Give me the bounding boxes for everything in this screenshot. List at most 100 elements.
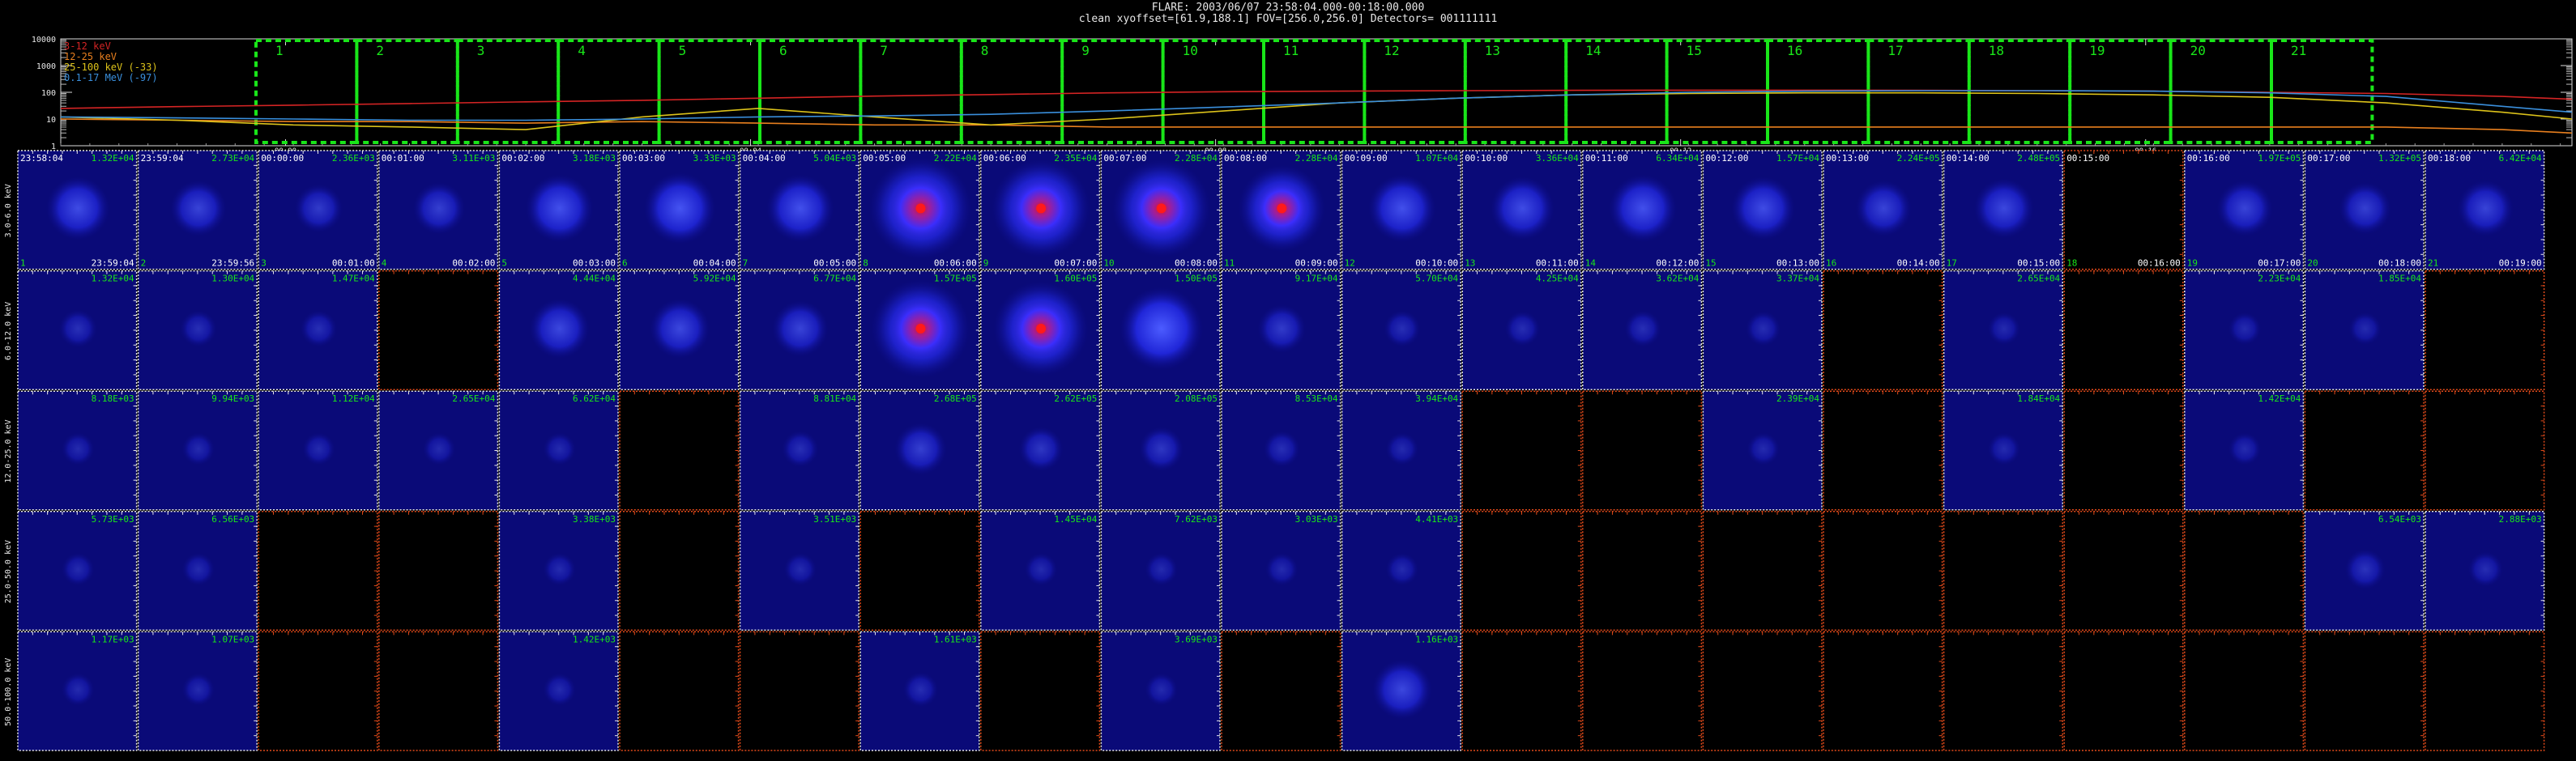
panel-background <box>1823 391 1943 510</box>
image-panel <box>258 511 378 631</box>
image-panel: 1.32E+04 <box>17 270 138 390</box>
source-peak <box>1036 323 1047 334</box>
end-time-label: 00:05:00 <box>813 258 856 269</box>
image-panel: 3.51E+03 <box>739 511 859 631</box>
source-halo <box>543 552 577 586</box>
source-halo <box>782 430 819 468</box>
panel-background <box>378 270 498 390</box>
peak-value-label: 1.07E+03 <box>211 634 254 644</box>
panel-background <box>1703 631 1822 750</box>
image-panel: 2.68E+05 <box>859 390 980 511</box>
image-panel <box>619 390 740 511</box>
start-time-label: 00:02:00 <box>501 153 544 164</box>
panel-background <box>740 631 859 750</box>
source-halo <box>1504 311 1541 346</box>
image-panel <box>1823 631 1943 751</box>
image-panel: 2.28E+04 00:08:00 00:09:00 11 <box>1221 150 1341 270</box>
image-panel <box>1943 631 2063 751</box>
panel-background <box>2184 511 2304 631</box>
end-time-label: 00:01:00 <box>332 258 375 269</box>
source-halo <box>2339 181 2392 235</box>
interval-number-label: 11 <box>1224 258 1235 269</box>
peak-value-label: 1.57E+04 <box>1776 153 1819 164</box>
panel-background <box>1582 511 1702 631</box>
peak-value-label: 2.28E+04 <box>1175 153 1218 164</box>
image-panel: 3.03E+03 <box>1221 511 1341 631</box>
peak-value-label: 1.45E+04 <box>1054 514 1097 525</box>
source-peak <box>1036 203 1047 214</box>
start-time-label: 00:12:00 <box>1705 153 1748 164</box>
peak-value-label: 1.60E+05 <box>1054 274 1097 284</box>
source-halo <box>1018 426 1064 472</box>
start-time-label: 00:03:00 <box>622 153 665 164</box>
peak-value-label: 2.65E+04 <box>2017 274 2060 284</box>
peak-value-label: 1.32E+04 <box>92 153 134 164</box>
source-halo <box>525 174 594 243</box>
peak-value-label: 1.85E+04 <box>2378 274 2421 284</box>
source-halo <box>1624 310 1661 347</box>
peak-value-label: 1.42E+03 <box>573 634 616 644</box>
peak-value-label: 1.17E+03 <box>92 634 134 644</box>
image-panel: 1.45E+04 <box>980 511 1101 631</box>
source-halo <box>45 176 110 240</box>
source-halo <box>300 310 338 347</box>
panel-background <box>2305 391 2424 510</box>
peak-value-label: 3.62E+04 <box>1656 274 1699 284</box>
panel-background <box>1823 270 1943 390</box>
peak-value-label: 2.73E+04 <box>211 153 254 164</box>
peak-value-label: 1.12E+04 <box>332 393 375 404</box>
source-halo <box>1385 552 1419 586</box>
image-panel <box>1823 511 1943 631</box>
start-time-label: 00:10:00 <box>1465 153 1508 164</box>
source-halo <box>1263 430 1301 468</box>
panel-background <box>620 631 739 750</box>
panel-background <box>980 631 1100 750</box>
end-time-label: 00:12:00 <box>1656 258 1699 269</box>
peak-value-label: 3.69E+03 <box>1175 634 1218 644</box>
peak-value-label: 4.44E+04 <box>573 274 616 284</box>
peak-value-label: 7.62E+03 <box>1175 514 1218 525</box>
source-halo <box>783 552 817 586</box>
image-panel: 4.41E+03 <box>1341 511 1461 631</box>
start-time-label: 00:00:00 <box>261 153 304 164</box>
peak-value-label: 3.51E+03 <box>813 514 856 525</box>
start-time-label: 00:15:00 <box>2066 153 2109 164</box>
source-halo <box>1987 432 2021 466</box>
peak-value-label: 1.32E+04 <box>92 274 134 284</box>
image-panel: 1.84E+04 <box>1943 390 2063 511</box>
image-panel <box>258 631 378 751</box>
source-halo <box>181 552 215 586</box>
source-halo <box>1987 312 2021 346</box>
source-halo <box>543 432 577 466</box>
source-halo <box>1257 304 1307 353</box>
image-panel-grid: 3.0-6.0 keV6.0-12.0 keV12.0-25.0 keV25.0… <box>4 150 2545 751</box>
image-panel: 2.48E+05 00:14:00 00:15:00 17 <box>1943 150 2063 270</box>
image-panel: 5.70E+04 <box>1341 270 1461 390</box>
interval-number-label: 19 <box>2187 258 2198 269</box>
source-halo <box>766 174 834 243</box>
image-panel: 2.65E+04 <box>1943 270 2063 390</box>
source-halo <box>643 172 716 244</box>
source-halo <box>1139 426 1184 472</box>
peak-value-label: 5.04E+03 <box>813 153 856 164</box>
image-panel: 3.37E+04 <box>1702 270 1823 390</box>
peak-value-label: 6.56E+03 <box>211 514 254 525</box>
peak-value-label: 6.54E+03 <box>2378 514 2421 525</box>
panel-background <box>1582 391 1702 510</box>
interval-number-label: 1 <box>20 258 26 269</box>
peak-value-label: 2.08E+05 <box>1175 393 1218 404</box>
source-halo <box>1490 176 1555 240</box>
source-halo <box>2348 312 2382 346</box>
peak-value-label: 1.61E+03 <box>934 634 977 644</box>
panel-background <box>1462 631 1581 750</box>
peak-value-label: 8.53E+04 <box>1295 393 1338 404</box>
start-time-label: 00:09:00 <box>1345 153 1388 164</box>
end-time-label: 00:09:00 <box>1295 258 1338 269</box>
source-halo <box>894 423 947 475</box>
peak-value-label: 3.11E+03 <box>452 153 495 164</box>
image-panel <box>2425 270 2545 390</box>
panel-background <box>1222 631 1341 750</box>
interval-number-label: 9 <box>983 258 989 269</box>
image-panel: 6.34E+04 00:11:00 00:12:00 14 <box>1582 150 1703 270</box>
energy-band-label: 25.0-50.0 keV <box>4 540 13 603</box>
